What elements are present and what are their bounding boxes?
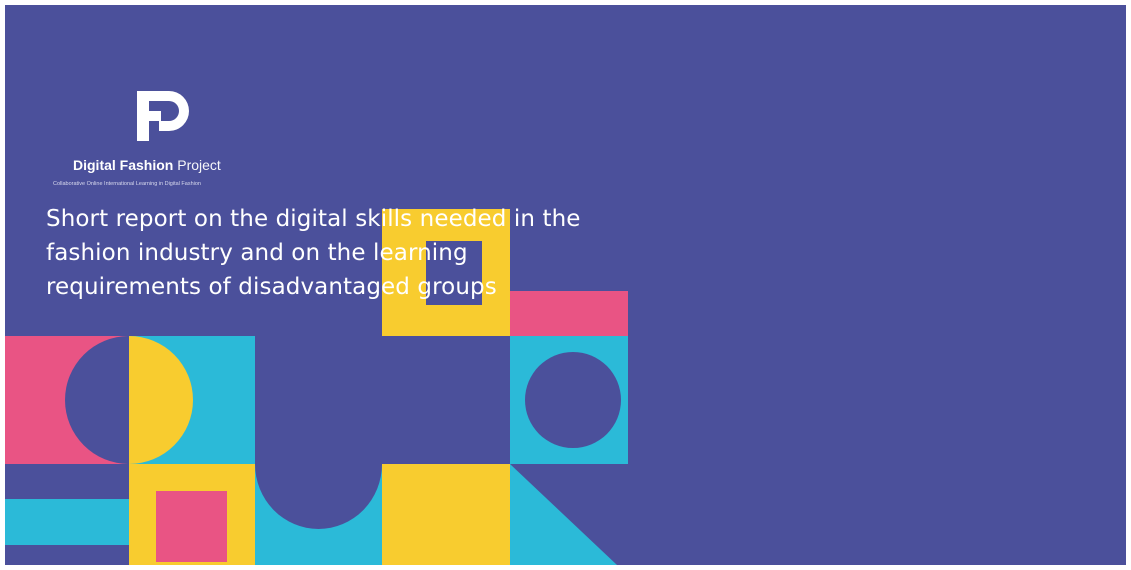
pattern-cyan-triangle [510, 464, 617, 565]
report-title: Short report on the digital skills neede… [46, 202, 606, 304]
title-line: Short report on the digital skills neede… [46, 206, 581, 232]
title-line: fashion industry and on the learning [46, 240, 468, 266]
title-line: requirements of disadvantaged groups [46, 274, 497, 300]
pattern-cyan-strip [5, 499, 129, 545]
pattern-pink-square [156, 491, 227, 562]
pattern-yellow-bottom-block [382, 464, 510, 565]
pattern-navy-circle [525, 352, 621, 448]
slide: Digital Fashion Project Collaborative On… [5, 5, 1126, 565]
